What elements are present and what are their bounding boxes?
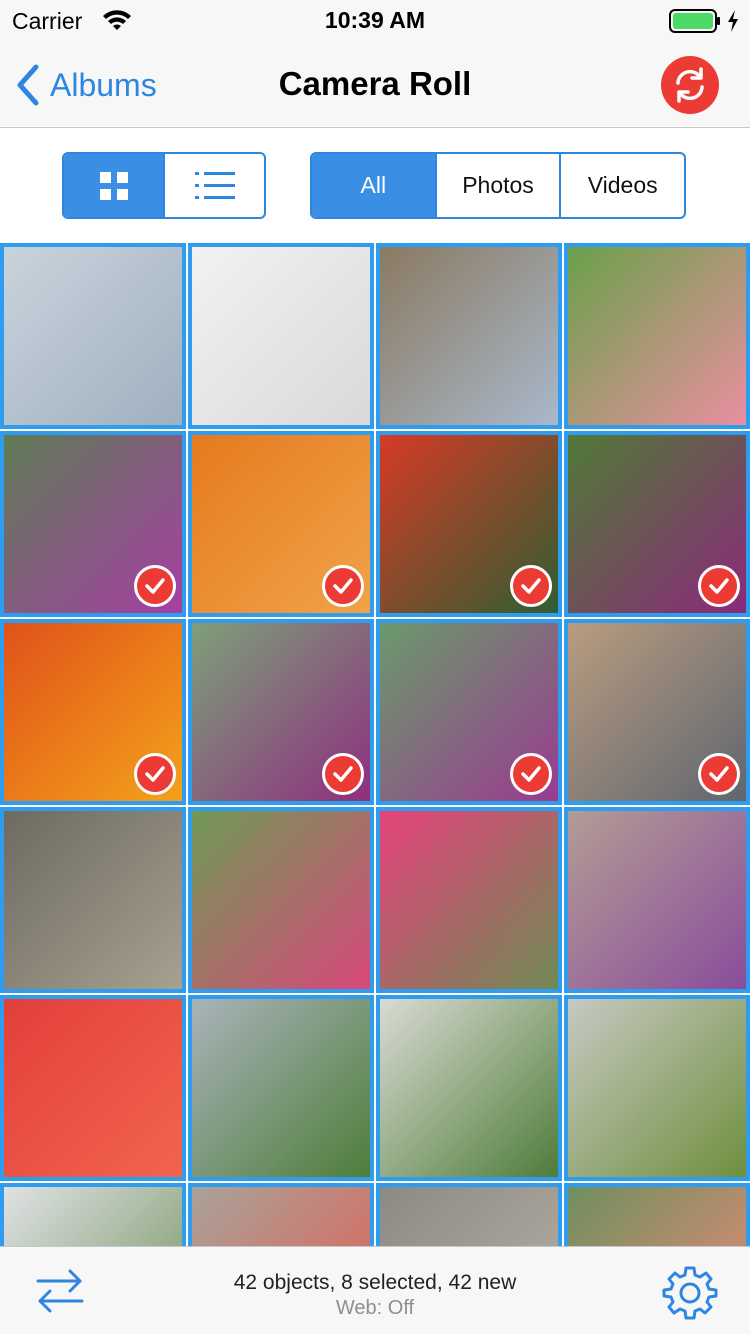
photo-thumbnail[interactable]: [376, 431, 562, 617]
refresh-icon: [676, 67, 704, 103]
photo-thumbnail[interactable]: [0, 807, 186, 993]
photo-grid[interactable]: [0, 243, 750, 1246]
bottom-toolbar: 42 objects, 8 selected, 42 new Web: Off: [0, 1246, 750, 1334]
photo-image: [568, 999, 746, 1177]
grid-view-button[interactable]: [64, 154, 165, 217]
checkmark-icon: [510, 565, 552, 607]
photo-thumbnail[interactable]: [188, 1183, 374, 1246]
selection-status: 42 objects, 8 selected, 42 new: [233, 1271, 517, 1294]
media-filter-control: All Photos Videos: [310, 152, 686, 219]
photo-image: [568, 247, 746, 425]
checkmark-icon: [322, 753, 364, 795]
filter-photos-tab[interactable]: Photos: [437, 154, 562, 217]
filter-all-tab[interactable]: All: [312, 154, 437, 217]
photo-thumbnail[interactable]: [564, 431, 750, 617]
photo-thumbnail[interactable]: [0, 619, 186, 805]
photo-image: [380, 247, 558, 425]
photo-image: [380, 1187, 558, 1246]
photo-thumbnail[interactable]: [376, 243, 562, 429]
photo-thumbnail[interactable]: [188, 243, 374, 429]
photo-image: [192, 811, 370, 989]
filter-videos-tab[interactable]: Videos: [561, 154, 684, 217]
list-view-icon: [194, 171, 235, 199]
status-bar: Carrier 10:39 AM: [0, 0, 750, 40]
checkmark-icon: [698, 565, 740, 607]
filter-toolbar: All Photos Videos: [0, 129, 750, 243]
refresh-button[interactable]: [661, 56, 719, 114]
checkmark-icon: [510, 753, 552, 795]
web-status: Web: Off: [335, 1297, 415, 1319]
photo-thumbnail[interactable]: [188, 995, 374, 1181]
photo-thumbnail[interactable]: [0, 1183, 186, 1246]
clock: 10:39 AM: [324, 7, 426, 33]
photo-image: [192, 247, 370, 425]
photo-thumbnail[interactable]: [564, 243, 750, 429]
photo-thumbnail[interactable]: [0, 243, 186, 429]
photo-image: [380, 811, 558, 989]
photo-thumbnail[interactable]: [376, 1183, 562, 1246]
photo-image: [4, 1187, 182, 1246]
photo-image: [4, 811, 182, 989]
photo-image: [4, 247, 182, 425]
photo-image: [568, 1187, 746, 1246]
photo-thumbnail[interactable]: [188, 619, 374, 805]
view-mode-control: [62, 152, 266, 219]
charging-icon: [728, 10, 738, 32]
page-title: Camera Roll: [278, 65, 472, 102]
battery-icon: [669, 9, 720, 33]
photo-thumbnail[interactable]: [188, 807, 374, 993]
list-view-button[interactable]: [165, 154, 264, 217]
grid-view-icon: [99, 171, 128, 200]
photo-thumbnail[interactable]: [376, 807, 562, 993]
photo-thumbnail[interactable]: [564, 619, 750, 805]
photo-thumbnail[interactable]: [376, 995, 562, 1181]
checkmark-icon: [698, 753, 740, 795]
photo-image: [192, 999, 370, 1177]
photo-image: [568, 811, 746, 989]
photo-image: [4, 999, 182, 1177]
photo-thumbnail[interactable]: [564, 807, 750, 993]
photo-thumbnail[interactable]: [188, 431, 374, 617]
checkmark-icon: [322, 565, 364, 607]
gear-icon[interactable]: [662, 1264, 718, 1320]
photo-thumbnail[interactable]: [564, 995, 750, 1181]
checkmark-icon: [134, 753, 176, 795]
checkmark-icon: [134, 565, 176, 607]
navigation-bar: Albums Camera Roll: [0, 40, 750, 128]
photo-thumbnail[interactable]: [564, 1183, 750, 1246]
photo-image: [380, 999, 558, 1177]
photo-thumbnail[interactable]: [0, 431, 186, 617]
photo-thumbnail[interactable]: [0, 995, 186, 1181]
photo-image: [192, 1187, 370, 1246]
photo-thumbnail[interactable]: [376, 619, 562, 805]
